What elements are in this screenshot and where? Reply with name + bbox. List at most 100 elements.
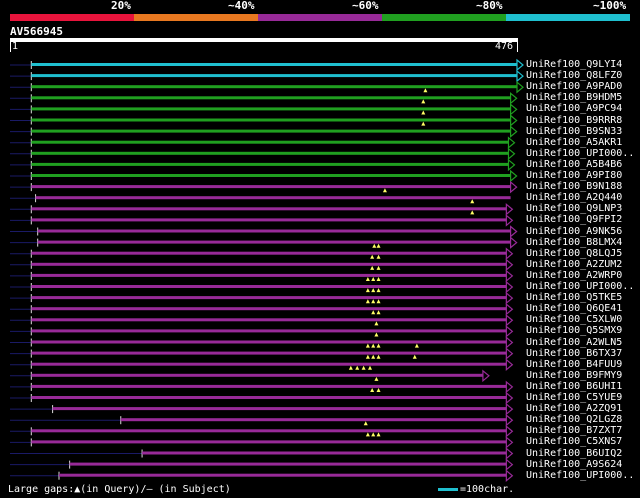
hit-arrow-icon xyxy=(505,291,514,305)
hit-label[interactable]: UniRef100_A2WLN5 xyxy=(526,337,622,348)
hit-bar[interactable] xyxy=(37,229,511,233)
hit-bar[interactable] xyxy=(69,462,507,466)
hit-bar[interactable] xyxy=(31,251,507,255)
hit-bar[interactable] xyxy=(31,362,507,366)
query-gap-icon xyxy=(376,432,381,437)
legend-label: ~80% xyxy=(476,0,503,12)
hit-bar[interactable] xyxy=(31,384,507,388)
hit-label[interactable]: UniRef100_A9PI80 xyxy=(526,170,622,181)
hit-label[interactable]: UniRef100_A2Q440 xyxy=(526,192,622,203)
hit-bar[interactable] xyxy=(31,318,507,322)
hit-label[interactable]: UniRef100_UPI000.. xyxy=(526,470,634,481)
query-gap-icon xyxy=(370,388,375,392)
hit-arrow-icon xyxy=(516,69,524,83)
hit-bar[interactable] xyxy=(35,196,511,200)
hit-bar[interactable] xyxy=(31,396,507,399)
query-gap-icon xyxy=(355,365,360,370)
hit-arrow-icon xyxy=(507,147,516,161)
hit-bar[interactable] xyxy=(31,118,511,122)
hit-label[interactable]: UniRef100_Q2LGZ8 xyxy=(526,414,622,425)
hit-bar[interactable] xyxy=(31,63,517,66)
hit-arrow-icon xyxy=(510,225,518,238)
hit-label[interactable]: UniRef100_Q6QE41 xyxy=(526,303,622,314)
hit-bar[interactable] xyxy=(31,140,509,144)
hit-bar[interactable] xyxy=(31,207,507,211)
hit-label[interactable]: UniRef100_C5YUE9 xyxy=(526,392,622,403)
hit-label[interactable]: UniRef100_B9HDM5 xyxy=(526,92,622,103)
hit-label[interactable]: UniRef100_A9S624 xyxy=(526,459,622,470)
hit-label[interactable]: UniRef100_B9FMY9 xyxy=(526,370,622,381)
hit-label[interactable]: UniRef100_A5AKR1 xyxy=(526,137,622,148)
hit-bar[interactable] xyxy=(31,273,507,277)
hit-bar[interactable] xyxy=(31,262,507,266)
hit-label[interactable]: UniRef100_A2ZQ91 xyxy=(526,403,622,414)
hit-bar[interactable] xyxy=(31,285,507,288)
hit-arrow-icon xyxy=(516,58,524,72)
hit-label[interactable]: UniRef100_Q9LNP3 xyxy=(526,203,622,214)
legend-label: ~100% xyxy=(593,0,627,12)
hit-bar[interactable] xyxy=(31,74,517,78)
hit-label[interactable]: UniRef100_Q5TKE5 xyxy=(526,292,622,303)
hit-label[interactable]: UniRef100_B4FUU9 xyxy=(526,359,622,370)
hit-label[interactable]: UniRef100_A9NK56 xyxy=(526,226,622,237)
hit-label[interactable]: UniRef100_Q5SMX9 xyxy=(526,325,622,336)
hit-arrow-icon xyxy=(505,280,514,294)
hit-label[interactable]: UniRef100_A2WRP0 xyxy=(526,270,622,281)
hit-arrow-icon xyxy=(482,369,490,383)
query-gap-icon xyxy=(348,365,353,370)
hit-bar[interactable] xyxy=(31,296,507,300)
query-gap-icon xyxy=(382,188,387,193)
hit-bar[interactable] xyxy=(31,129,511,133)
query-gap-icon xyxy=(365,432,370,437)
hit-label[interactable]: UniRef100_A5B4B6 xyxy=(526,159,622,170)
hit-label[interactable]: UniRef100_B8LMX4 xyxy=(526,237,622,248)
hit-label[interactable]: UniRef100_B6TX37 xyxy=(526,348,622,359)
hit-bar[interactable] xyxy=(31,151,509,155)
hit-bar[interactable] xyxy=(31,429,507,433)
hit-label[interactable]: UniRef100_Q8LFZ0 xyxy=(526,70,622,81)
hit-label[interactable]: UniRef100_A2ZUM2 xyxy=(526,259,622,270)
hit-bar[interactable] xyxy=(31,96,511,100)
hit-bar[interactable] xyxy=(52,407,507,411)
query-gap-icon xyxy=(371,310,376,315)
hit-label[interactable]: UniRef100_B9SN33 xyxy=(526,126,622,137)
hit-bar[interactable] xyxy=(31,340,507,344)
hit-label[interactable]: UniRef100_Q9LYI4 xyxy=(526,59,622,70)
hit-arrow-icon xyxy=(505,247,514,260)
hit-label[interactable]: UniRef100_C5XLW0 xyxy=(526,314,622,325)
hit-label[interactable]: UniRef100_Q8LQJ5 xyxy=(526,248,622,259)
gaps-legend: Large gaps:▲(in Query)/— (in Subject) xyxy=(8,484,231,495)
hit-label[interactable]: UniRef100_B9N188 xyxy=(526,181,622,192)
hit-label[interactable]: UniRef100_B7ZXT7 xyxy=(526,425,622,436)
hit-bar[interactable] xyxy=(31,329,507,333)
hit-label[interactable]: UniRef100_A9PAD0 xyxy=(526,81,622,92)
hit-label[interactable]: UniRef100_UPI000.. xyxy=(526,281,634,292)
hit-label[interactable]: UniRef100_B9RRR8 xyxy=(526,115,622,126)
hit-bar[interactable] xyxy=(31,351,507,355)
hit-bar[interactable] xyxy=(31,218,507,222)
hit-arrow-icon xyxy=(510,125,518,138)
hit-label[interactable]: UniRef100_B6UHI1 xyxy=(526,381,622,392)
hit-arrow-icon xyxy=(505,336,514,349)
hit-label[interactable]: UniRef100_Q9FPI2 xyxy=(526,214,622,225)
hit-bar[interactable] xyxy=(31,185,511,189)
hit-bar[interactable] xyxy=(142,451,507,455)
query-gap-icon xyxy=(376,288,381,293)
hit-label[interactable]: UniRef100_UPI000.. xyxy=(526,148,634,159)
hit-bar[interactable] xyxy=(31,107,511,111)
hit-bar[interactable] xyxy=(37,240,511,244)
hit-arrow-icon xyxy=(510,169,518,183)
hit-bar[interactable] xyxy=(31,440,507,444)
hit-bar[interactable] xyxy=(31,85,517,89)
query-gap-icon xyxy=(412,354,417,359)
hit-label[interactable]: UniRef100_B6UIQ2 xyxy=(526,448,622,459)
hit-bar[interactable] xyxy=(31,307,507,311)
hit-bar[interactable] xyxy=(31,162,509,166)
hit-label[interactable]: UniRef100_A9PC94 xyxy=(526,103,622,114)
hit-bar[interactable] xyxy=(58,473,507,477)
hit-bar[interactable] xyxy=(31,373,483,377)
hit-arrow-icon xyxy=(505,314,514,327)
hit-bar[interactable] xyxy=(31,174,511,177)
hit-bar[interactable] xyxy=(120,418,507,422)
hit-label[interactable]: UniRef100_C5XNS7 xyxy=(526,436,622,447)
